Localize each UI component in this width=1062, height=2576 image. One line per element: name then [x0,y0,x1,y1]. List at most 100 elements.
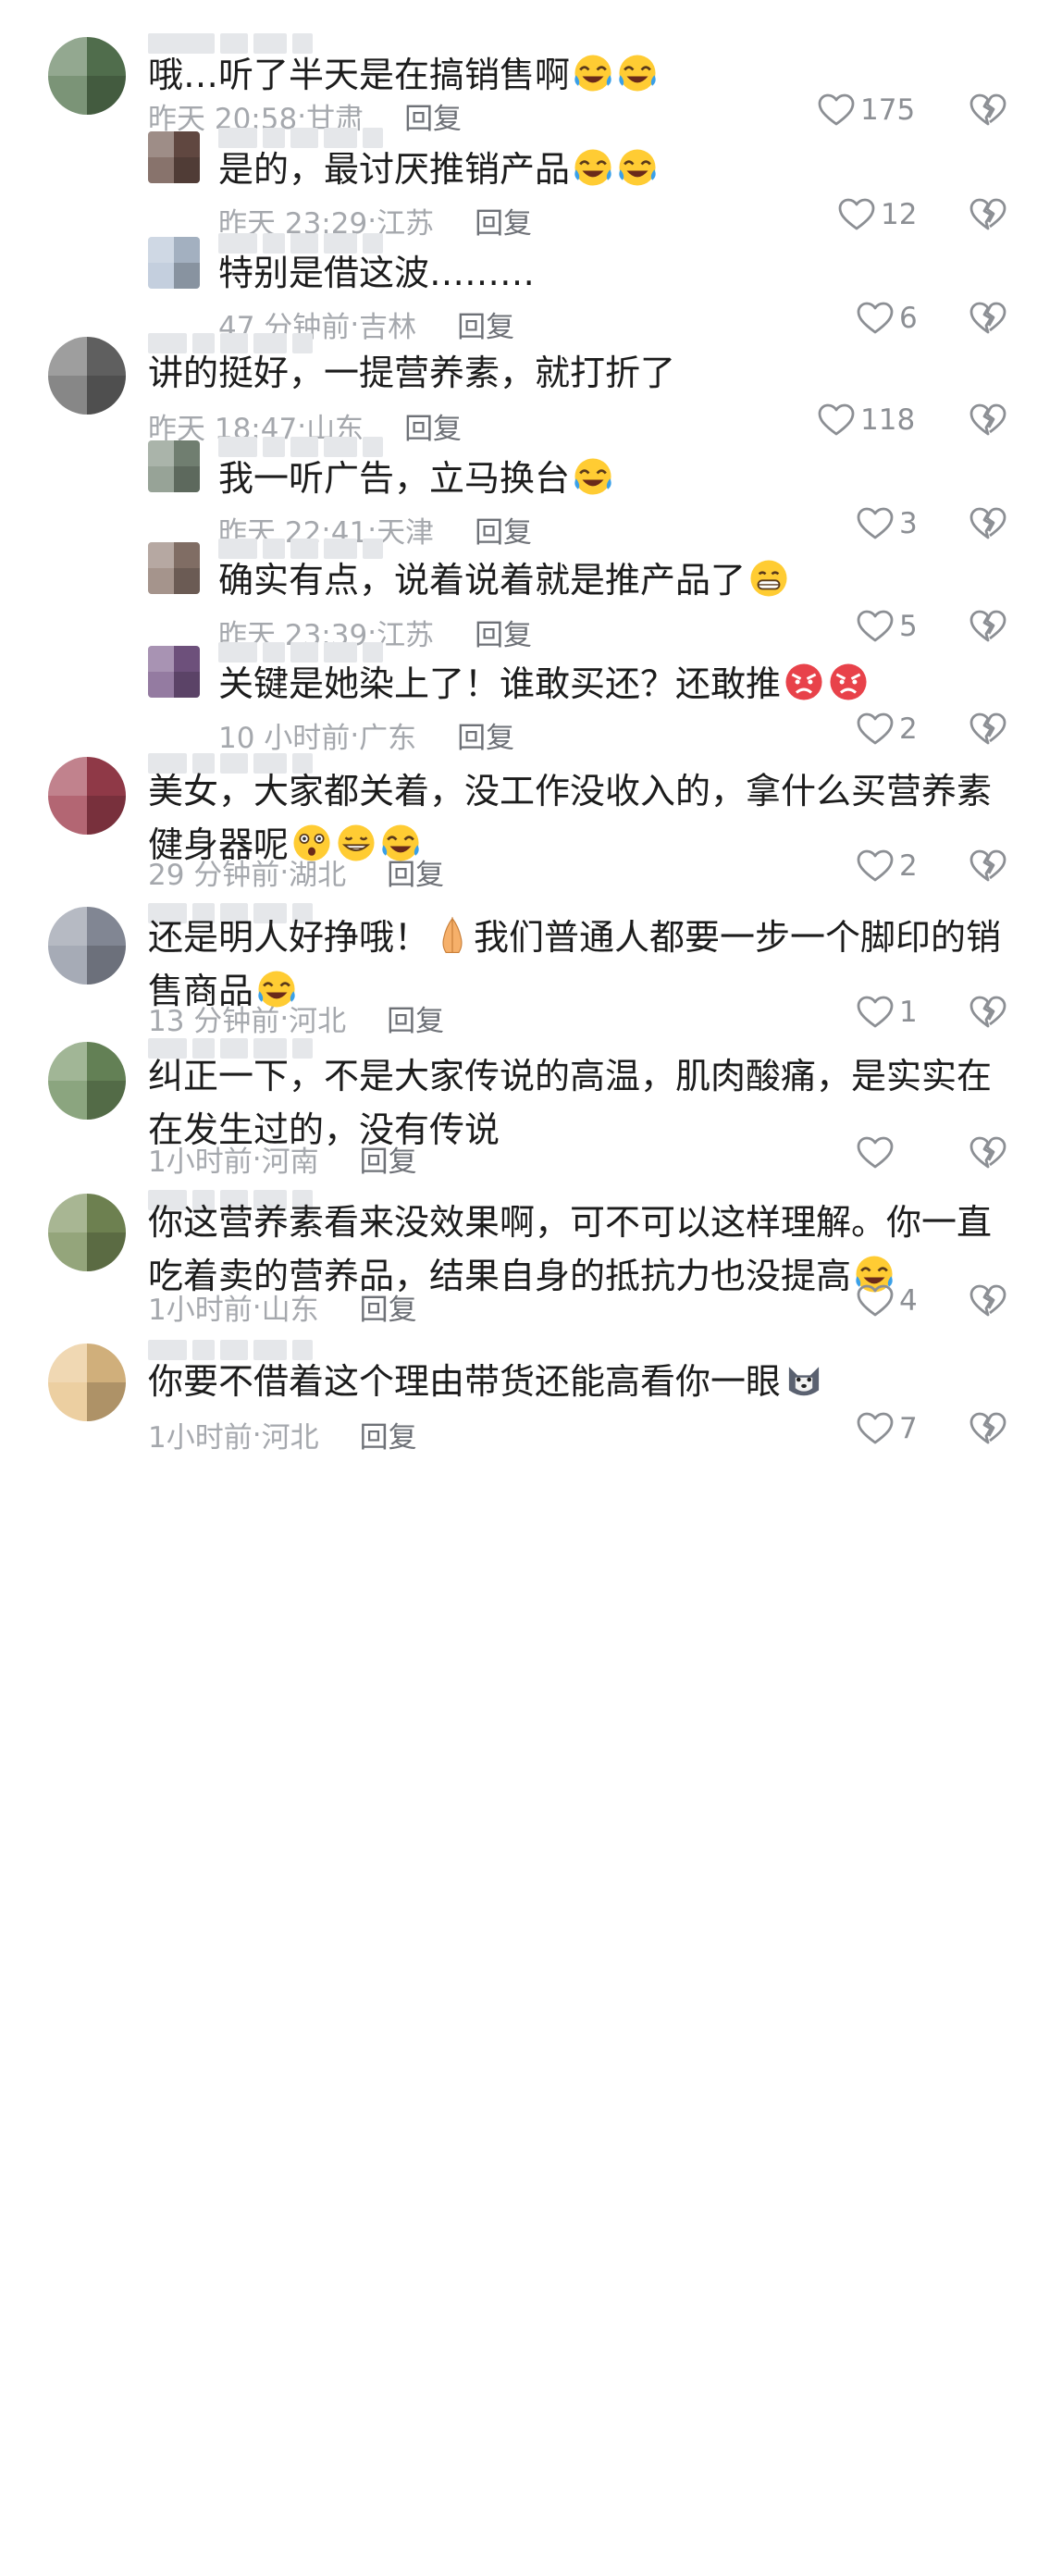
like-button[interactable] [857,1136,899,1170]
meta-separator: · [350,307,360,341]
comment-meta: 1小时前 · 河北 回复 [148,1414,417,1455]
heart-outline-icon [838,198,875,230]
comment-text: 确实有点，说着说着就是推产品了 [218,553,1008,607]
like-button[interactable]: 12 [838,198,917,231]
dislike-button[interactable] [969,198,1006,231]
like-count: 7 [899,1412,918,1445]
heart-outline-icon [857,996,894,1028]
husky-emoji [788,1367,820,1396]
reply-button[interactable]: 回复 [475,509,532,551]
avatar[interactable] [48,1194,126,1271]
broken-heart-icon [969,93,1006,126]
like-button[interactable]: 5 [857,610,918,643]
comment-text: 你要不借着这个理由带货还能高看你一眼 [148,1355,1008,1408]
comment-location: 天津 [377,516,435,550]
comment-meta: 1小时前 · 河南 回复 [148,1138,417,1180]
dislike-button[interactable] [969,507,1006,540]
reply-button[interactable]: 回复 [360,1286,417,1328]
comment-text-content: 确实有点，说着说着就是推产品了 [218,560,747,601]
comment-text: 讲的挺好，一提营养素，就打折了 [148,346,1008,400]
like-count: 3 [899,507,918,540]
dislike-button[interactable] [969,93,1006,127]
dislike-button[interactable] [969,1284,1006,1318]
comment-location: 山东 [261,1294,319,1327]
avatar[interactable] [48,757,126,835]
comment-text: 特别是借这波……… [218,246,1008,300]
like-count: 6 [899,302,918,335]
dislike-button[interactable] [969,712,1006,746]
like-button[interactable]: 4 [857,1284,918,1318]
avatar[interactable] [48,1344,126,1421]
reply-button[interactable]: 回复 [404,95,462,137]
reply-button[interactable]: 回复 [387,997,444,1039]
dislike-button[interactable] [969,996,1006,1029]
reply-button[interactable]: 回复 [387,851,444,893]
like-count: 4 [899,1284,918,1318]
meta-separator: · [279,1001,290,1035]
reply-button[interactable]: 回复 [457,714,514,756]
angry-emoji [785,663,822,700]
avatar[interactable] [48,1042,126,1120]
like-count: 1 [899,996,918,1029]
comment-text-content: 你要不借着这个理由带货还能高看你一眼 [148,1361,782,1402]
comment-time: 1小时前 [148,1294,253,1327]
heart-outline-icon [857,507,894,539]
dislike-button[interactable] [969,1136,1006,1170]
dislike-button[interactable] [969,849,1006,883]
comment-text-content: 特别是借这波……… [218,253,536,293]
like-button[interactable]: 175 [818,93,915,127]
angry-emoji [830,663,867,700]
laugh-cry-emoji [574,149,611,186]
comment-meta: 29 分钟前 · 湖北 回复 [148,851,444,893]
like-button[interactable]: 2 [857,712,918,746]
comment-location: 湖北 [289,859,347,892]
comment-text-content: 是的，最讨厌推销产品 [218,149,571,190]
broken-heart-icon [969,403,1006,436]
reply-button[interactable]: 回复 [360,1138,417,1180]
comment-location: 河北 [289,1005,347,1038]
avatar[interactable] [148,646,200,698]
reply-button[interactable]: 回复 [404,405,462,447]
broken-heart-icon [969,507,1006,539]
broken-heart-icon [969,610,1006,642]
dislike-button[interactable] [969,610,1006,643]
meta-separator: · [252,1142,262,1176]
avatar[interactable] [48,37,126,115]
like-button[interactable]: 118 [818,403,915,437]
like-button[interactable]: 6 [857,302,918,335]
heart-outline-icon [857,849,894,882]
avatar[interactable] [148,237,200,289]
like-button[interactable]: 7 [857,1412,918,1445]
comment-text-content: 我一听广告，立马换台 [218,458,571,499]
reply-button[interactable]: 回复 [457,303,514,345]
comment-location: 河北 [261,1421,319,1455]
comment-time: 1小时前 [148,1421,253,1455]
comment-text-content: 关键是她染上了！谁敢买还？还敢推 [218,663,782,704]
dislike-button[interactable] [969,1412,1006,1445]
reply-button[interactable]: 回复 [475,200,532,242]
avatar[interactable] [148,131,200,183]
heart-outline-icon [857,1284,894,1317]
avatar[interactable] [48,907,126,985]
broken-heart-icon [969,1136,1006,1169]
broken-heart-icon [969,198,1006,230]
avatar[interactable] [48,337,126,415]
like-button[interactable]: 2 [857,849,918,883]
comment-time: 1小时前 [148,1146,253,1179]
comment-text: 关键是她染上了！谁敢买还？还敢推 [218,657,1008,711]
comment-text: 是的，最讨厌推销产品 [218,142,1008,196]
dislike-button[interactable] [969,302,1006,335]
heart-outline-icon [857,1136,894,1169]
reply-button[interactable]: 回复 [475,612,532,653]
dislike-button[interactable] [969,403,1006,437]
like-button[interactable]: 1 [857,996,918,1029]
like-button[interactable]: 3 [857,507,918,540]
meta-separator: · [279,855,290,889]
comment-location: 广东 [359,722,417,755]
laugh-cry-emoji [619,149,656,186]
reply-button[interactable]: 回复 [360,1414,417,1455]
avatar[interactable] [148,542,200,594]
comment-time: 29 分钟前 [148,859,280,892]
comment-time: 13 分钟前 [148,1005,280,1038]
avatar[interactable] [148,440,200,492]
